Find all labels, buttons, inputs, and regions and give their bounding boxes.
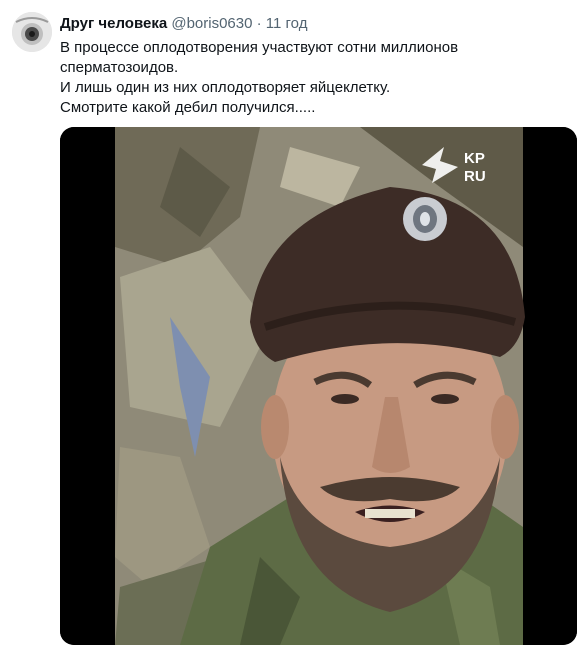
tweet-header: Друг человека @boris0630 · 11 год	[60, 14, 570, 34]
author-handle[interactable]: @boris0630	[171, 15, 252, 32]
tweet-text-line: сперматозоидов.	[60, 59, 179, 76]
watermark-text: KP	[464, 150, 485, 167]
tweet[interactable]: Друг человека @boris0630 · 11 год В проц…	[0, 0, 582, 651]
tweet-text: В процессе оплодотворения участвуют сотн…	[60, 38, 560, 118]
tweet-timestamp[interactable]: 11 год	[266, 15, 308, 32]
tweet-text-line: Смотрите какой дебил получился.....	[60, 99, 316, 116]
tweet-text-line: В процессе оплодотворения участвуют сотн…	[60, 39, 459, 56]
separator-dot: ·	[256, 15, 262, 32]
author-avatar[interactable]	[12, 12, 52, 52]
author-name[interactable]: Друг человека	[60, 15, 167, 32]
video-frame: KP RU	[60, 127, 577, 645]
tweet-video[interactable]: KP RU	[60, 127, 577, 645]
svg-text:RU: RU	[464, 168, 486, 185]
tweet-text-line: И лишь один из них оплодотворяет яйцекле…	[60, 79, 391, 96]
avatar-image	[12, 12, 52, 52]
